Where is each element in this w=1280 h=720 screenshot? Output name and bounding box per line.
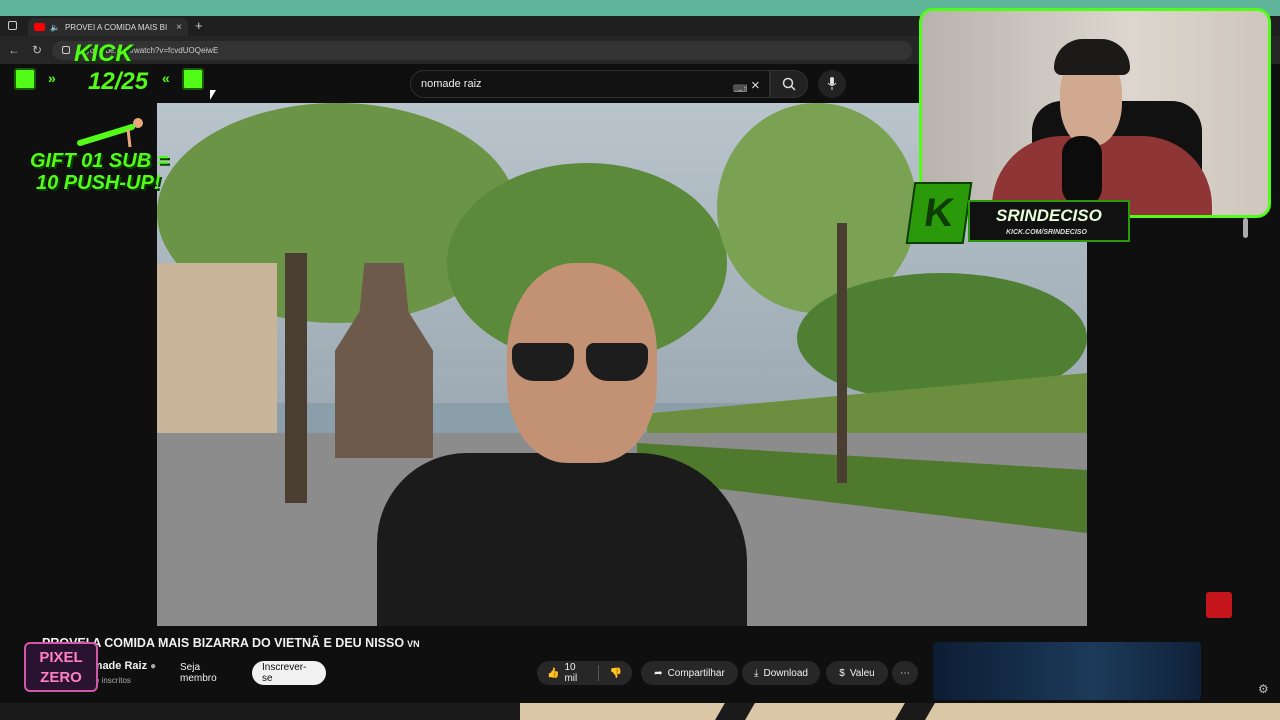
pixel-zero-logo: PIXEL ZERO [24, 642, 98, 692]
like-button[interactable]: 👍 10 mil [547, 662, 587, 684]
desktop-strip [0, 703, 520, 720]
subscribe-button[interactable]: Inscrever-se [252, 661, 326, 685]
search-input[interactable]: nomade raiz ⌨ × [410, 70, 770, 98]
kick-logo: KICK [74, 40, 133, 67]
video-person [357, 263, 797, 626]
window-menu-icon[interactable] [8, 21, 17, 30]
video-scene-trunk [837, 223, 847, 483]
search-query: nomade raiz [421, 78, 482, 90]
streamer-url: KICK.COM/SRINDECISO [1006, 229, 1087, 236]
search-button[interactable] [770, 70, 808, 98]
share-label: Compartilhar [667, 667, 725, 679]
desktop-background-bottom [0, 703, 1280, 720]
join-member-button[interactable]: Seja membro [170, 661, 246, 685]
push-up-figure-icon [77, 118, 143, 148]
microphone-icon [827, 77, 837, 90]
gift-line-1: GIFT 01 SUB = [30, 150, 169, 172]
gift-box-icon [182, 68, 204, 90]
tab-title: PROVEI A COMIDA MAIS BI [64, 22, 168, 32]
sub-goal-count: 12/25 [88, 68, 149, 95]
share-button[interactable]: ➦ Compartilhar [641, 661, 738, 685]
subscribe-label: Inscrever-se [262, 662, 307, 684]
person-sunglasses [512, 343, 652, 383]
thanks-label: Valeu [849, 667, 875, 679]
thanks-button[interactable]: $ Valeu [826, 661, 888, 685]
gift-sub-challenge: GIFT 01 SUB = 10 PUSH-UP! [30, 150, 180, 194]
kick-sub-goal-overlay: KICK » 12/25 « [10, 40, 220, 100]
thumbs-down-icon[interactable]: 👎 [610, 668, 622, 679]
search-icon [782, 77, 796, 91]
download-icon: ⤓ [754, 667, 759, 679]
clear-search-icon[interactable]: × [751, 73, 760, 99]
streamer-name-badge: K SRINDECISO KICK.COM/SRINDECISO [905, 182, 1130, 244]
pixel-logo-line2: ZERO [40, 669, 82, 686]
chevron-right-icon: » [48, 70, 56, 86]
divider [597, 665, 599, 681]
video-title: PROVEI A COMIDA MAIS BIZARRA DO VIETNÃ E… [42, 636, 420, 650]
scrollbar-thumb[interactable] [1243, 218, 1248, 238]
chevron-left-icon: « [162, 70, 170, 86]
pixel-logo-line1: PIXEL [39, 649, 83, 666]
voice-search-button[interactable] [818, 70, 846, 98]
gift-line-2: 10 PUSH-UP! [36, 172, 161, 194]
download-button[interactable]: ⤓ Download [742, 661, 820, 685]
channel-watermark-icon[interactable] [1206, 592, 1232, 618]
video-scene-trunk [285, 253, 307, 503]
video-title-flag: VN [407, 639, 420, 649]
keyboard-icon[interactable]: ⌨ [733, 77, 747, 103]
more-icon: ⋯ [900, 667, 910, 679]
download-label: Download [763, 667, 808, 679]
webcam-person-hair [1054, 39, 1130, 75]
share-icon: ➦ [654, 667, 663, 679]
sidebar-ad-card[interactable] [933, 642, 1201, 700]
new-tab-button[interactable]: + [195, 18, 203, 33]
super-thanks-icon: $ [839, 667, 845, 679]
verified-icon: ● [150, 661, 157, 672]
streamer-name: SRINDECISO [996, 206, 1102, 225]
join-member-label: Seja membro [180, 662, 217, 684]
kick-k-logo: K [905, 182, 973, 244]
person-shirt [377, 453, 747, 626]
thumbs-up-icon: 👍 [547, 667, 560, 679]
like-dislike-group: 👍 10 mil 👎 [537, 661, 632, 685]
streamer-name-box: SRINDECISO KICK.COM/SRINDECISO [968, 200, 1130, 242]
speaker-icon[interactable]: 🔈 [50, 23, 60, 32]
gear-icon[interactable]: ⚙ [1258, 682, 1269, 696]
desktop-strip [895, 703, 935, 720]
gift-box-icon [14, 68, 36, 90]
tab-close-icon[interactable]: × [176, 22, 182, 33]
video-scene-building [157, 263, 277, 433]
tab-youtube-video[interactable]: 🔈 PROVEI A COMIDA MAIS BI × [28, 18, 188, 36]
mouse-cursor-icon [210, 90, 216, 100]
more-actions-button[interactable]: ⋯ [892, 661, 918, 685]
youtube-favicon-icon [34, 23, 45, 31]
like-count: 10 mil [564, 662, 578, 684]
desktop-strip [715, 703, 755, 720]
